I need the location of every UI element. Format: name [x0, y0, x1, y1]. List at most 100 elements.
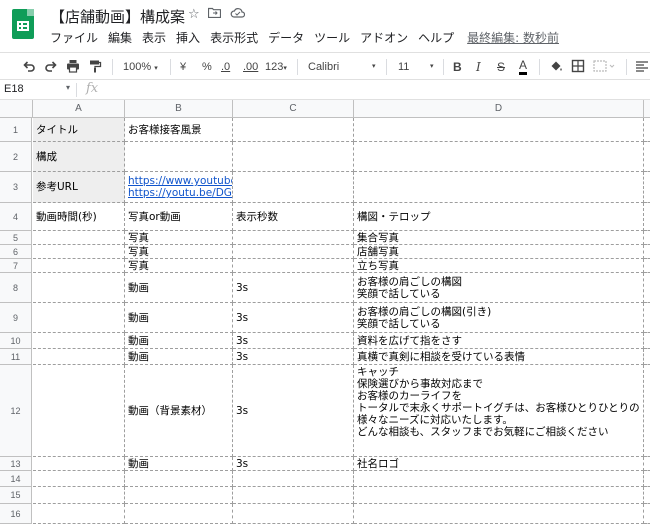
text-color-button[interactable]: A — [519, 59, 528, 75]
cell-e16[interactable] — [644, 504, 650, 524]
row-header[interactable]: 6 — [0, 245, 32, 259]
cell-d8[interactable]: お客様の肩ごしの構図 笑顔で話している — [354, 273, 644, 303]
cell-d10[interactable]: 資料を広げて指をさす — [354, 333, 644, 349]
italic-button[interactable]: I — [476, 59, 481, 75]
row-header[interactable]: 9 — [0, 303, 32, 333]
strikethrough-button[interactable]: S — [497, 59, 505, 75]
cell-d16[interactable] — [354, 504, 644, 524]
cell-e4[interactable] — [644, 203, 650, 231]
cell-b16[interactable] — [125, 504, 233, 524]
row-header[interactable]: 11 — [0, 349, 32, 365]
more-formats-select[interactable]: 123▾ — [265, 59, 287, 75]
cell-c6[interactable] — [233, 245, 354, 259]
cell-e12[interactable] — [644, 365, 650, 457]
row-header[interactable]: 14 — [0, 471, 32, 487]
cell-e13[interactable] — [644, 457, 650, 471]
menu-tools[interactable]: ツール — [314, 29, 350, 47]
cell-d1[interactable] — [354, 118, 644, 142]
cell-c4[interactable]: 表示秒数 — [233, 203, 354, 231]
cell-a10[interactable] — [33, 333, 125, 349]
column-header-c[interactable]: C — [233, 100, 354, 118]
increase-decimal-button[interactable]: .00 — [243, 59, 258, 75]
bold-button[interactable]: B — [453, 59, 462, 75]
cell-c13[interactable]: 3s — [233, 457, 354, 471]
row-header[interactable]: 13 — [0, 457, 32, 471]
cell-d7[interactable]: 立ち写真 — [354, 259, 644, 273]
cell-d2[interactable] — [354, 142, 644, 172]
menu-help[interactable]: ヘルプ — [418, 29, 454, 47]
cell-a5[interactable] — [33, 231, 125, 245]
row-header[interactable]: 10 — [0, 333, 32, 349]
cell-b6[interactable]: 写真 — [125, 245, 233, 259]
cell-d14[interactable] — [354, 471, 644, 487]
cell-e1[interactable] — [644, 118, 650, 142]
row-header[interactable]: 4 — [0, 203, 32, 231]
cell-d12[interactable]: キャッチ 保険選びから事故対応まで お客様のカーライフを トータルで末永くサポートイグ… — [354, 365, 644, 457]
cell-a6[interactable] — [33, 245, 125, 259]
cell-c14[interactable] — [233, 471, 354, 487]
cell-b15[interactable] — [125, 487, 233, 504]
cell-a8[interactable] — [33, 273, 125, 303]
cell-a12[interactable] — [33, 365, 125, 457]
cell-b9[interactable]: 動画 — [125, 303, 233, 333]
row-header[interactable]: 2 — [0, 142, 32, 172]
chevron-down-icon[interactable]: ▾ — [66, 83, 70, 92]
cell-a2[interactable]: 構成 — [33, 142, 125, 172]
row-header[interactable]: 3 — [0, 172, 32, 203]
cell-b7[interactable]: 写真 — [125, 259, 233, 273]
chevron-down-icon[interactable]: ▾ — [430, 59, 434, 75]
row-header[interactable]: 8 — [0, 273, 32, 303]
cell-a3[interactable]: 参考URL — [33, 172, 125, 203]
cell-b12[interactable]: 動画（背景素材） — [125, 365, 233, 457]
cloud-status-icon[interactable] — [230, 7, 246, 22]
zoom-select[interactable]: 100% ▾ — [123, 59, 158, 75]
menu-data[interactable]: データ — [268, 29, 304, 47]
select-all-corner[interactable] — [0, 100, 33, 118]
undo-icon[interactable] — [22, 59, 36, 75]
print-icon[interactable] — [66, 59, 80, 75]
cell-b13[interactable]: 動画 — [125, 457, 233, 471]
row-header[interactable]: 15 — [0, 487, 32, 504]
cell-c1[interactable] — [233, 118, 354, 142]
cell-c8[interactable]: 3s — [233, 273, 354, 303]
font-family-select[interactable]: Calibri — [308, 59, 339, 75]
cell-e5[interactable] — [644, 231, 650, 245]
cell-e6[interactable] — [644, 245, 650, 259]
row-header[interactable]: 16 — [0, 504, 32, 524]
cell-c2[interactable] — [233, 142, 354, 172]
fill-color-icon[interactable] — [549, 59, 563, 75]
cell-c12[interactable]: 3s — [233, 365, 354, 457]
cell-d5[interactable]: 集合写真 — [354, 231, 644, 245]
paint-format-icon[interactable] — [88, 59, 102, 75]
currency-format-button[interactable]: ¥ — [180, 59, 186, 75]
reference-url-link[interactable]: https://www.youtube.com/watch?v=JL6aYygW… — [128, 175, 232, 187]
name-box[interactable]: E18 — [4, 83, 24, 95]
cell-c9[interactable]: 3s — [233, 303, 354, 333]
cell-e10[interactable] — [644, 333, 650, 349]
star-icon[interactable]: ☆ — [188, 7, 200, 22]
reference-url-link[interactable]: https://youtu.be/DGnOu0iB79Q — [128, 187, 232, 199]
cell-e14[interactable] — [644, 471, 650, 487]
cell-a16[interactable] — [33, 504, 125, 524]
cell-a15[interactable] — [33, 487, 125, 504]
menu-insert[interactable]: 挿入 — [176, 29, 200, 47]
cell-d9[interactable]: お客様の肩ごしの構図(引き) 笑顔で話している — [354, 303, 644, 333]
cell-d15[interactable] — [354, 487, 644, 504]
cell-a11[interactable] — [33, 349, 125, 365]
cell-a1[interactable]: タイトル — [33, 118, 125, 142]
cell-a7[interactable] — [33, 259, 125, 273]
cell-b11[interactable]: 動画 — [125, 349, 233, 365]
cell-e15[interactable] — [644, 487, 650, 504]
cell-e3[interactable] — [644, 172, 650, 203]
cell-e9[interactable] — [644, 303, 650, 333]
redo-icon[interactable] — [44, 59, 58, 75]
cell-b3[interactable]: https://www.youtube.com/watch?v=JL6aYygW… — [125, 172, 233, 203]
menu-format[interactable]: 表示形式 — [210, 29, 258, 47]
cell-d6[interactable]: 店舗写真 — [354, 245, 644, 259]
cell-b8[interactable]: 動画 — [125, 273, 233, 303]
menu-addons[interactable]: アドオン — [360, 29, 408, 47]
cell-d4[interactable]: 構図・テロップ — [354, 203, 644, 231]
cell-b5[interactable]: 写真 — [125, 231, 233, 245]
menu-file[interactable]: ファイル — [50, 29, 98, 47]
cell-c15[interactable] — [233, 487, 354, 504]
